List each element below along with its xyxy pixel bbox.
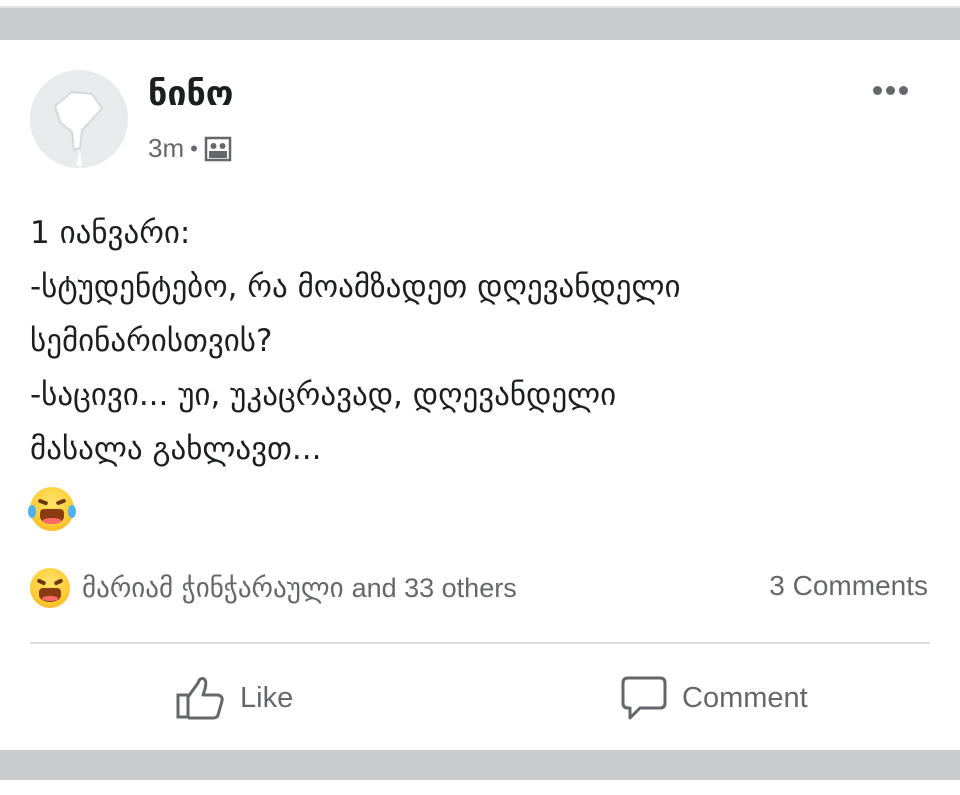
bottom-separator-band	[0, 750, 960, 795]
reaction-count: and 33 others	[351, 572, 517, 603]
post-line: -სტუდენტებო, რა მოამზადეთ დღევანდელი	[30, 269, 681, 305]
laughing-with-tears-emoji	[28, 487, 76, 531]
post-time[interactable]: 3m	[148, 133, 184, 164]
group-icon[interactable]	[204, 136, 232, 162]
author-name[interactable]: ნინო	[148, 74, 234, 114]
comment-button[interactable]: Comment	[620, 670, 808, 726]
meta-separator-dot: •	[190, 135, 198, 161]
laughing-reaction-icon	[30, 568, 70, 608]
avatar[interactable]	[30, 70, 128, 168]
default-avatar-icon	[30, 70, 128, 168]
thumbs-up-icon	[176, 677, 224, 720]
reactions-summary[interactable]: მარიამ ჭინჭარაული and 33 others	[30, 568, 517, 608]
actions-divider	[30, 642, 930, 644]
post-meta: 3m •	[148, 133, 232, 164]
post-line: -საცივი... უი, უკაცრავად, დღევანდელი	[30, 377, 617, 413]
top-separator-band	[0, 0, 960, 40]
post-line: მასალა გახლავთ...	[30, 431, 322, 467]
post-body: 1 იანვარი: -სტუდენტებო, რა მოამზადეთ დღე…	[30, 206, 940, 476]
post-line: 1 იანვარი:	[30, 215, 191, 251]
post-line: სემინარისთვის?	[30, 323, 273, 359]
more-options-icon[interactable]	[873, 80, 919, 98]
like-label: Like	[240, 681, 294, 714]
comment-label: Comment	[682, 681, 808, 714]
comment-bubble-icon	[621, 676, 667, 720]
comments-count-link[interactable]: 3 Comments	[769, 570, 928, 602]
reaction-names: მარიამ ჭინჭარაული	[82, 572, 344, 604]
like-button[interactable]: Like	[176, 670, 293, 726]
